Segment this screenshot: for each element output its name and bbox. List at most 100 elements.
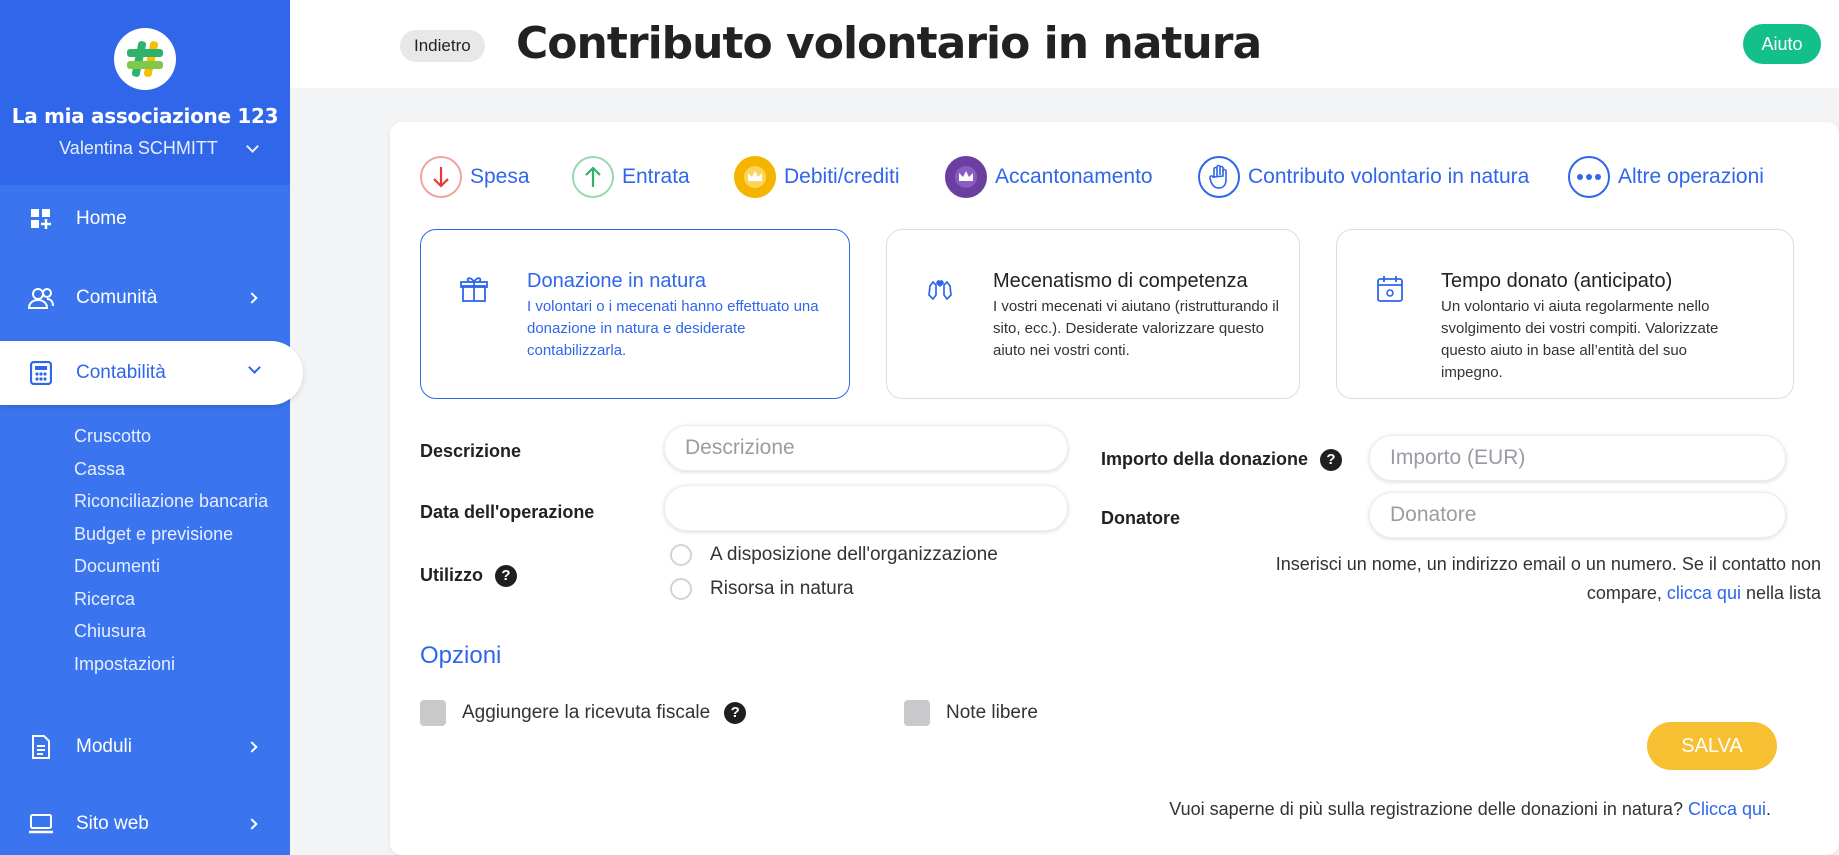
receipt-label: Aggiungere la ricevuta fiscale	[462, 702, 711, 723]
tab-debiti-crediti[interactable]: Debiti/crediti	[734, 156, 900, 198]
donor-input[interactable]	[1369, 492, 1786, 538]
submenu-item-ricerca[interactable]: Ricerca	[74, 583, 268, 616]
add-contact-link[interactable]: clicca qui	[1667, 583, 1741, 603]
notes-checkbox[interactable]	[904, 700, 930, 726]
radio-label: Risorsa in natura	[710, 578, 854, 599]
type-title: Mecenatismo di competenza	[993, 270, 1248, 292]
sidebar-header: La mia associazione 123 Valentina SCHMIT…	[0, 0, 290, 185]
document-icon	[28, 734, 54, 760]
nav-item-label: Comunità	[76, 287, 158, 308]
notes-option[interactable]: Note libere	[904, 700, 1038, 726]
hand-icon	[1198, 156, 1240, 198]
donor-hint: Inserisci un nome, un indirizzo email o …	[1241, 550, 1821, 608]
crown-icon	[734, 156, 776, 198]
donor-hint-end: nella lista	[1740, 583, 1821, 603]
type-title: Tempo donato (anticipato)	[1441, 270, 1673, 292]
nav-item-label: Contabilità	[76, 362, 166, 383]
type-mecenatismo-competenza[interactable]: Mecenatismo di competenza I vostri mecen…	[886, 229, 1300, 399]
chevron-down-icon	[248, 361, 261, 374]
chevron-down-icon	[245, 140, 259, 153]
type-description: I vostri mecenati vi aiutano (ristruttur…	[993, 298, 1279, 359]
laptop-icon	[28, 811, 54, 837]
dashboard-icon	[28, 206, 54, 232]
amount-label-text: Importo della donazione	[1101, 449, 1309, 469]
organization-name: La mia associazione 123	[11, 104, 279, 128]
tab-spesa[interactable]: Spesa	[420, 156, 530, 198]
tab-entrata[interactable]: Entrata	[572, 156, 690, 198]
description-input[interactable]	[664, 425, 1068, 471]
nav-item-label: Moduli	[76, 736, 132, 757]
accounting-submenu: Cruscotto Cassa Riconciliazione bancaria…	[74, 420, 268, 680]
type-tempo-donato[interactable]: Tempo donato (anticipato) Un volontario …	[1336, 229, 1794, 399]
calendar-icon	[1377, 276, 1403, 302]
nav-item-label: Home	[76, 208, 127, 229]
submenu-item-documenti[interactable]: Documenti	[74, 550, 268, 583]
type-title: Donazione in natura	[527, 270, 707, 292]
nav-item-comunita[interactable]: Comunità	[0, 266, 290, 330]
crown-arrows-icon	[945, 156, 987, 198]
usage-label-text: Utilizzo	[420, 565, 483, 585]
donor-label: Donatore	[1101, 508, 1181, 528]
help-icon[interactable]: ?	[724, 702, 747, 724]
nav-item-home[interactable]: Home	[0, 187, 290, 251]
tab-label: Accantonamento	[995, 165, 1153, 188]
help-button[interactable]: Aiuto	[1743, 24, 1821, 64]
nav-item-contabilita[interactable]: Contabilità	[0, 341, 303, 405]
notes-label: Note libere	[946, 702, 1038, 723]
user-menu[interactable]: Valentina SCHMITT	[33, 138, 259, 159]
nav-item-moduli[interactable]: Moduli	[0, 715, 290, 779]
submenu-item-budget[interactable]: Budget e previsione	[74, 518, 268, 551]
tab-accantonamento[interactable]: Accantonamento	[945, 156, 1153, 198]
organization-logo[interactable]	[114, 28, 176, 90]
submenu-item-chiusura[interactable]: Chiusura	[74, 615, 268, 648]
type-description: I volontari o i mecenati hanno effettuat…	[527, 298, 819, 359]
receipt-option[interactable]: Aggiungere la ricevuta fiscale ?	[420, 700, 747, 726]
usage-label: Utilizzo?	[420, 565, 517, 588]
options-title: Opzioni	[420, 642, 502, 669]
page-title: Contributo volontario in natura	[516, 18, 1262, 69]
handshake-icon	[928, 279, 952, 301]
nav-item-sito-web[interactable]: Sito web	[0, 792, 290, 855]
arrow-down-icon	[420, 156, 462, 198]
chevron-right-icon	[246, 292, 258, 304]
help-icon[interactable]: ?	[495, 565, 517, 588]
gift-icon	[460, 277, 488, 302]
submenu-item-cassa[interactable]: Cassa	[74, 453, 268, 486]
sidebar: La mia associazione 123 Valentina SCHMIT…	[0, 0, 303, 855]
more-icon	[1568, 156, 1610, 198]
radio-button[interactable]	[670, 578, 692, 600]
amount-input[interactable]	[1369, 435, 1786, 481]
usage-option-resource[interactable]: Risorsa in natura	[670, 578, 854, 600]
receipt-checkbox[interactable]	[420, 700, 446, 726]
amount-label: Importo della donazione?	[1101, 449, 1343, 472]
submenu-item-impostazioni[interactable]: Impostazioni	[74, 648, 268, 681]
footer-text: Vuoi saperne di più sulla registrazione …	[1169, 799, 1688, 819]
submenu-item-riconciliazione[interactable]: Riconciliazione bancaria	[74, 485, 268, 518]
save-button[interactable]: SALVA	[1647, 722, 1777, 770]
tab-altre-operazioni[interactable]: Altre operazioni	[1568, 156, 1764, 198]
submenu-item-cruscotto[interactable]: Cruscotto	[74, 420, 268, 453]
type-description: Un volontario vi aiuta regolarmente nell…	[1441, 298, 1719, 381]
chevron-right-icon	[246, 818, 258, 830]
help-icon[interactable]: ?	[1320, 449, 1343, 472]
learn-more-link[interactable]: Clicca qui	[1688, 799, 1766, 819]
radio-button[interactable]	[670, 544, 692, 566]
tab-label: Entrata	[622, 165, 690, 188]
tab-label: Debiti/crediti	[784, 165, 900, 188]
date-input[interactable]	[664, 485, 1068, 531]
usage-option-organization[interactable]: A disposizione dell'organizzazione	[670, 544, 998, 566]
back-button[interactable]: Indietro	[400, 30, 485, 62]
date-label: Data dell'operazione	[420, 502, 595, 522]
tab-contributo-volontario[interactable]: Contributo volontario in natura	[1198, 156, 1529, 198]
radio-label: A disposizione dell'organizzazione	[710, 544, 998, 565]
tab-label: Spesa	[470, 165, 530, 188]
calculator-icon	[28, 360, 54, 386]
arrow-up-icon	[572, 156, 614, 198]
users-icon	[28, 285, 54, 311]
tab-label: Altre operazioni	[1618, 165, 1764, 188]
footer-end: .	[1765, 799, 1771, 819]
user-name: Valentina SCHMITT	[59, 138, 218, 158]
operation-card: Spesa Entrata Debiti/crediti Accantoname…	[390, 122, 1839, 855]
type-donazione-in-natura[interactable]: Donazione in natura I volontari o i mece…	[420, 229, 850, 399]
chevron-right-icon	[246, 741, 258, 753]
